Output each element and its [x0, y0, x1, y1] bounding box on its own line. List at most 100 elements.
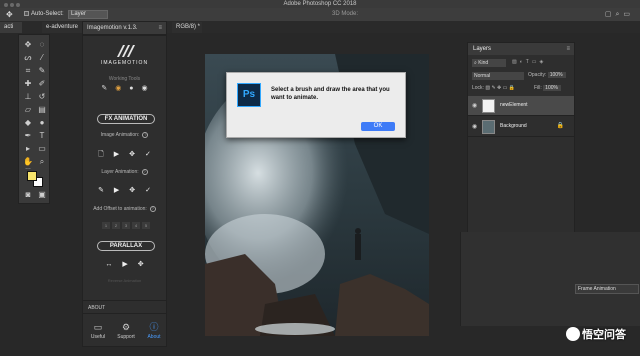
help-icon[interactable]: ? [141, 169, 148, 175]
watermark: 悟空问答 [566, 326, 626, 344]
eyedropper-icon[interactable]: ✎ [36, 65, 48, 76]
tab-support[interactable]: ⚙ Support [112, 320, 140, 346]
screen-mode-icon[interactable]: ▣ [36, 189, 48, 200]
tab-document-1[interactable]: acti [0, 22, 22, 33]
image-animation-label: Image Animation:? [100, 132, 149, 138]
file-icon[interactable]: 🗋 [98, 151, 104, 158]
working-tools: ✎ ◉ ● ◉ [83, 84, 166, 92]
imagemotion-panel-title: Imagemotion v.1.3. [87, 25, 138, 31]
color-wheel-icon[interactable]: ◉ [115, 85, 121, 92]
type-icon[interactable]: T [36, 130, 48, 141]
lock-controls[interactable]: Lock: ▨ ✎ ✥ ▭ 🔒 [472, 85, 515, 91]
blend-mode-dropdown[interactable]: Normal [472, 72, 524, 80]
3d-mode-label: 3D Mode: [332, 11, 359, 17]
panel-menu-icon[interactable]: ≡ [566, 43, 570, 55]
offset-option[interactable]: 4 [132, 222, 140, 229]
alert-dialog: Ps Select a brush and draw the area that… [226, 72, 406, 138]
monitor-icon: ▭ [93, 322, 103, 332]
layer-row[interactable]: ◉ Background 🔒 [468, 117, 574, 137]
offset-option[interactable]: 1 [102, 222, 110, 229]
offset-option[interactable]: 5 [142, 222, 150, 229]
left-right-arrows-icon[interactable]: ↔ [105, 261, 112, 268]
help-icon: ⓘ [149, 322, 159, 332]
layer-animation-controls: ✎ ▶ ✥ ✓ [83, 186, 166, 194]
fill-control[interactable]: Fill: 100% [534, 85, 562, 91]
foreground-color-swatch[interactable] [27, 171, 37, 181]
move-tool-icon[interactable]: ✥ [6, 10, 13, 19]
shape-icon[interactable]: ▭ [36, 143, 48, 154]
magic-wand-icon[interactable]: ⁄ [36, 52, 48, 63]
layers-panel-header: Layers ≡ [468, 43, 574, 55]
photoshop-app-icon: Ps [237, 83, 261, 107]
healing-icon[interactable]: ✚ [22, 78, 34, 89]
layer-animation-label: Layer Animation:? [101, 169, 148, 175]
pencil-icon[interactable]: ✎ [98, 187, 104, 194]
auto-select-dropdown[interactable]: Layer [68, 10, 108, 19]
opacity-control[interactable]: Opacity: 100% [528, 72, 566, 78]
tab-useful[interactable]: ▭ Useful [84, 320, 112, 346]
move-icon[interactable]: ✥ [22, 39, 34, 50]
dodge-icon[interactable]: ● [36, 117, 48, 128]
dialog-message: Select a brush and draw the area that yo… [271, 87, 390, 101]
move-arrows-icon[interactable]: ✥ [129, 187, 135, 194]
fx-animation-heading: FX ANIMATION [97, 114, 155, 124]
help-icon[interactable]: ? [149, 206, 156, 212]
quick-mask-icon[interactable]: ◙ [22, 189, 34, 200]
layer-filter-icons[interactable]: ▨◐T▭◈ [512, 59, 546, 65]
offset-label: Add Offset to animation:? [93, 206, 156, 212]
crop-icon[interactable]: ⌗ [22, 65, 34, 76]
play-icon[interactable]: ▶ [114, 151, 119, 158]
offset-option[interactable]: 3 [122, 222, 130, 229]
opacity-value[interactable]: 100% [547, 72, 566, 78]
visibility-eye-icon[interactable]: ◉ [472, 102, 477, 109]
layer-name: newElement [500, 102, 528, 108]
tab-document-2[interactable]: e-adventure [42, 22, 82, 33]
working-tools-label: Working Tools [108, 76, 141, 82]
layer-row[interactable]: ◉ newElement [468, 96, 574, 116]
brand-name: IMAGEMOTION [100, 60, 149, 66]
zoom-icon[interactable]: ⌕ [36, 156, 48, 167]
layer-filter-dropdown[interactable]: ⌕ Kind [472, 59, 506, 67]
history-brush-icon[interactable]: ↺ [36, 91, 48, 102]
check-icon[interactable]: ✓ [145, 151, 151, 158]
panel-menu-icon[interactable]: ≡ [158, 22, 162, 34]
title-bar: Adobe Photoshop CC 2018 [0, 0, 640, 8]
tab-about[interactable]: ⓘ About [140, 320, 168, 346]
brush-tool-icon[interactable]: ✎ [101, 85, 107, 92]
eraser-icon[interactable]: ▱ [22, 104, 34, 115]
path-select-icon[interactable]: ▸ [22, 143, 34, 154]
visibility-eye-icon[interactable]: ◉ [472, 123, 477, 130]
white-dot-icon[interactable]: ● [129, 85, 133, 92]
imagemotion-panel-header: Imagemotion v.1.3. ≡ [82, 21, 167, 35]
gradient-icon[interactable]: ▤ [36, 104, 48, 115]
pen-icon[interactable]: ✒ [22, 130, 34, 141]
fill-value[interactable]: 100% [543, 85, 562, 91]
play-icon[interactable]: ▶ [114, 187, 119, 194]
image-animation-controls: 🗋 ▶ ✥ ✓ [83, 150, 166, 161]
play-icon[interactable]: ▶ [122, 261, 127, 268]
move-arrows-icon[interactable]: ✥ [138, 261, 144, 268]
workspace-icons[interactable]: ▢⌕▭ [605, 10, 634, 19]
stamp-icon[interactable]: ⊥ [22, 91, 34, 102]
ok-button[interactable]: OK [361, 122, 395, 131]
layers-panel-title[interactable]: Layers [473, 46, 491, 52]
marquee-icon[interactable]: ◌ [36, 39, 48, 50]
parallax-controls: ↔ ▶ ✥ [83, 260, 166, 268]
move-arrows-icon[interactable]: ✥ [129, 151, 135, 158]
create-frame-animation-dropdown[interactable]: Frame Animation [575, 284, 639, 294]
reverse-animation-hint: Reverse Animation [107, 278, 142, 283]
brush-icon[interactable]: ✐ [36, 78, 48, 89]
layer-thumbnail [482, 120, 495, 134]
offset-option[interactable]: 2 [112, 222, 120, 229]
lasso-icon[interactable]: ᔕ [22, 52, 34, 63]
tab-document-3[interactable]: RGB/8) * [172, 22, 202, 33]
about-row[interactable]: ABOUT [83, 300, 166, 314]
help-icon[interactable]: ? [142, 132, 149, 138]
parallax-heading: PARALLAX [97, 241, 155, 251]
blur-icon[interactable]: ◆ [22, 117, 34, 128]
white-circle-icon[interactable]: ◉ [141, 85, 147, 92]
imagemotion-panel: IMAGEMOTION Working Tools ✎ ◉ ● ◉ FX ANI… [82, 35, 167, 347]
imagemotion-logo [117, 45, 135, 57]
auto-select-checkbox[interactable]: Auto-Select: [24, 11, 64, 17]
check-icon[interactable]: ✓ [145, 187, 151, 194]
